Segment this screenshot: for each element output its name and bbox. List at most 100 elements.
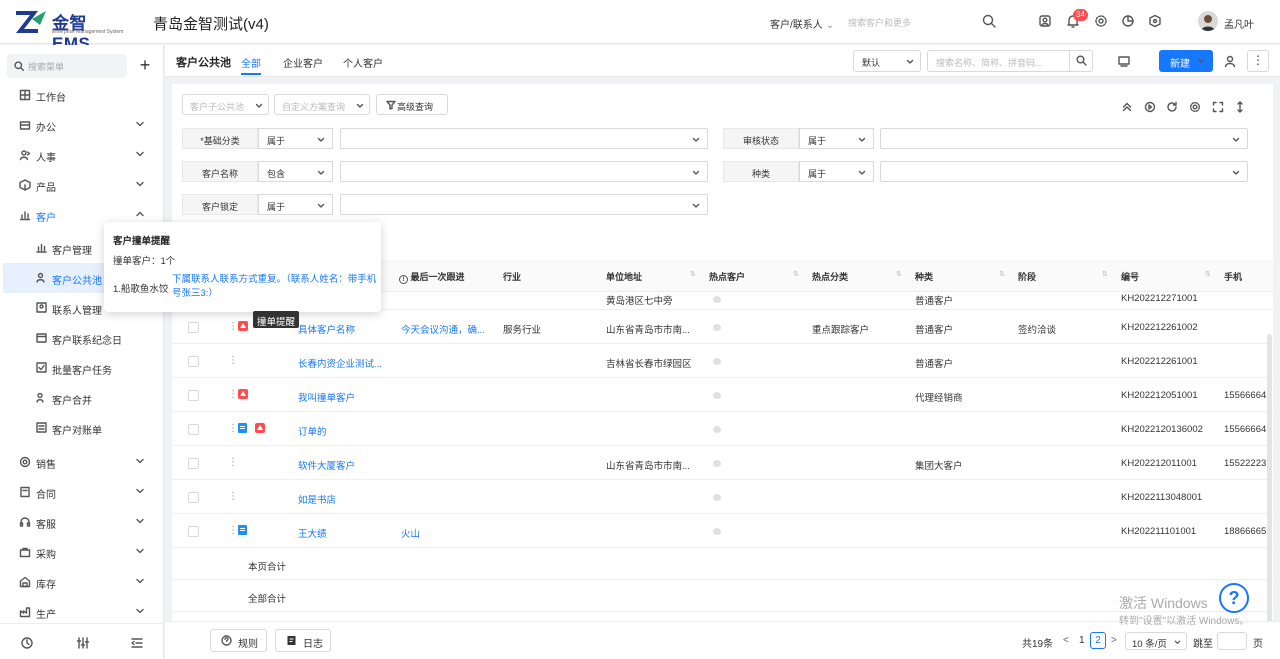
sidebar-sub-merge[interactable]: 客户合并 — [3, 383, 158, 413]
sidebar-item-product[interactable]: 产品 — [0, 170, 158, 200]
help-button[interactable]: ? — [1219, 583, 1249, 613]
cell-last-followup[interactable]: 火山 — [401, 526, 420, 540]
filter-value-customer-name[interactable] — [340, 161, 708, 182]
vertical-scrollbar[interactable] — [1267, 334, 1272, 654]
duplicate-warning-icon[interactable] — [238, 321, 248, 331]
tab-all[interactable]: 全部 — [241, 55, 261, 70]
sidebar-item-contract[interactable]: 合同 — [0, 477, 158, 507]
filter-op-kind[interactable]: 属于 — [799, 161, 874, 182]
column-header-code[interactable]: 编号 — [1121, 270, 1139, 283]
avatar[interactable] — [1198, 11, 1218, 31]
table-row[interactable]: ⋮ 如是书店 KH2022113048001 — [172, 480, 1273, 514]
menu-search-input[interactable]: 搜索菜单 — [7, 54, 127, 78]
sort-icon[interactable]: ⇅ — [896, 270, 902, 278]
sidebar-sub-anniversary[interactable]: 客户联系纪念日 — [3, 323, 158, 353]
row-actions-icon[interactable]: ⋮ — [228, 491, 238, 502]
column-header-last-followup[interactable]: ! 最后一次跟进 — [399, 270, 465, 284]
global-search-input[interactable]: 搜索客户和更多 — [848, 16, 911, 29]
row-checkbox[interactable] — [188, 492, 199, 503]
search-scope-select[interactable]: 客户/联系人 ⌄ — [770, 16, 834, 31]
row-actions-icon[interactable]: ⋮ — [228, 457, 238, 468]
fullscreen-icon[interactable] — [1212, 101, 1224, 113]
scheme-select[interactable]: 自定义方案查询 — [274, 94, 370, 115]
table-row[interactable]: ⋮ 软件大厦客户 山东省青岛市市南... 集团大客户 KH20221201100… — [172, 446, 1273, 480]
collapse-menu-icon[interactable] — [130, 636, 144, 650]
search-icon[interactable] — [982, 14, 998, 30]
customer-name-link[interactable]: 软件大厦客户 — [298, 458, 393, 472]
pagination-page-1[interactable]: 1 — [1079, 635, 1085, 646]
row-actions-icon[interactable]: ⋮ — [228, 423, 238, 434]
row-checkbox[interactable] — [188, 390, 199, 401]
sidebar-item-office[interactable]: 办公 — [0, 110, 158, 140]
sidebar-sub-statement[interactable]: 客户对账单 — [3, 413, 158, 443]
tab-personal[interactable]: 个人客户 — [343, 55, 383, 70]
user-icon[interactable] — [1223, 54, 1237, 68]
sub-pool-select[interactable]: 客户子公共池 — [182, 94, 269, 115]
row-checkbox[interactable] — [188, 424, 199, 435]
sidebar-item-workbench[interactable]: 工作台 — [0, 80, 158, 110]
sort-icon[interactable]: ⇅ — [1102, 270, 1108, 278]
log-button[interactable]: 日志 — [275, 629, 331, 652]
sort-icon[interactable]: ⇅ — [1205, 270, 1211, 278]
customer-name-link[interactable]: 具体客户名称 — [298, 322, 393, 336]
pie-chart-icon[interactable] — [1121, 14, 1137, 30]
duplicate-warning-icon[interactable] — [238, 389, 248, 399]
printer-icon[interactable] — [1117, 54, 1131, 68]
row-checkbox[interactable] — [188, 322, 199, 333]
filter-value-audit-status[interactable] — [880, 128, 1248, 149]
customer-name-link[interactable]: 王大绩 — [298, 526, 393, 540]
row-height-icon[interactable] — [1234, 101, 1246, 113]
table-row[interactable]: ⋮ 王大绩 火山 KH202211101001 18866665 — [172, 514, 1273, 548]
view-select[interactable]: 默认 — [853, 50, 921, 72]
sliders-icon[interactable] — [76, 636, 90, 650]
logo[interactable]: 金智 EMS Enterprise Management System — [14, 9, 130, 53]
user-name[interactable]: 孟凡叶 — [1224, 16, 1254, 31]
sort-icon[interactable]: ⇅ — [999, 270, 1005, 278]
sidebar-item-production[interactable]: 生产 — [0, 597, 158, 619]
contacts-icon[interactable] — [1038, 14, 1054, 30]
gear-icon[interactable] — [1094, 14, 1110, 30]
filter-op-base-category[interactable]: 属于 — [258, 128, 333, 149]
filter-value-customer-lock[interactable] — [340, 194, 708, 215]
settings-icon[interactable] — [1189, 101, 1201, 113]
filter-op-customer-name[interactable]: 包含 — [258, 161, 333, 182]
filter-op-audit-status[interactable]: 属于 — [799, 128, 874, 149]
customer-name-link[interactable]: 长春内资企业测试... — [298, 356, 393, 370]
sidebar-item-purchase[interactable]: 采购 — [0, 537, 158, 567]
column-header-kind[interactable]: 种类 — [915, 270, 933, 283]
customer-name-link[interactable]: 如是书店 — [298, 492, 393, 506]
column-header-industry[interactable]: 行业 — [503, 270, 521, 283]
popover-duplicate-link[interactable]: 下属联系人联系方式重复。（联系人姓名：带手机号张三3:） — [172, 273, 377, 301]
row-checkbox[interactable] — [188, 458, 199, 469]
tab-enterprise[interactable]: 企业客户 — [283, 55, 323, 70]
column-header-address[interactable]: 单位地址 — [606, 270, 642, 283]
collapse-up-icon[interactable] — [1121, 101, 1133, 113]
row-checkbox[interactable] — [188, 356, 199, 367]
refresh-icon[interactable] — [1166, 101, 1178, 113]
jump-page-input[interactable] — [1217, 632, 1247, 650]
play-icon[interactable] — [1144, 101, 1156, 113]
cube-icon[interactable] — [1148, 14, 1164, 30]
column-header-hot-category[interactable]: 热点分类 — [812, 270, 848, 283]
column-header-phone[interactable]: 手机 — [1224, 270, 1242, 283]
table-row[interactable]: ⋮ 长春内资企业测试... 吉林省长春市绿园区 普通客户 KH202212261… — [172, 344, 1273, 378]
search-button[interactable] — [1069, 50, 1093, 72]
column-header-hot-customer[interactable]: 热点客户 — [709, 270, 745, 283]
sidebar-item-service[interactable]: 客服 — [0, 507, 158, 537]
customer-name-link[interactable]: 订单的 — [298, 424, 393, 438]
document-badge-icon[interactable] — [238, 525, 247, 535]
pagination-current-page[interactable]: 2 — [1090, 632, 1106, 649]
customer-name-link[interactable]: 我叫撞单客户 — [298, 390, 393, 404]
cell-last-followup[interactable]: 今天会议沟通，确... — [401, 322, 497, 336]
table-row[interactable]: ⋮ 我叫撞单客户 代理经销商 KH202212051001 15566664 — [172, 378, 1273, 412]
rules-button[interactable]: 规则 — [210, 629, 267, 652]
row-checkbox[interactable] — [188, 526, 199, 537]
row-actions-icon[interactable]: ⋮ — [228, 355, 238, 366]
duplicate-warning-icon[interactable] — [255, 423, 265, 433]
advanced-query-button[interactable]: 高级查询 — [376, 94, 448, 115]
filter-value-kind[interactable] — [880, 161, 1248, 182]
sort-icon[interactable]: ⇅ — [690, 270, 696, 278]
table-row[interactable]: ⋮ 订单的 KH2022120136002 15566664 — [172, 412, 1273, 446]
more-options-button[interactable]: ⋮ — [1247, 50, 1269, 72]
column-header-stage[interactable]: 阶段 — [1018, 270, 1036, 283]
